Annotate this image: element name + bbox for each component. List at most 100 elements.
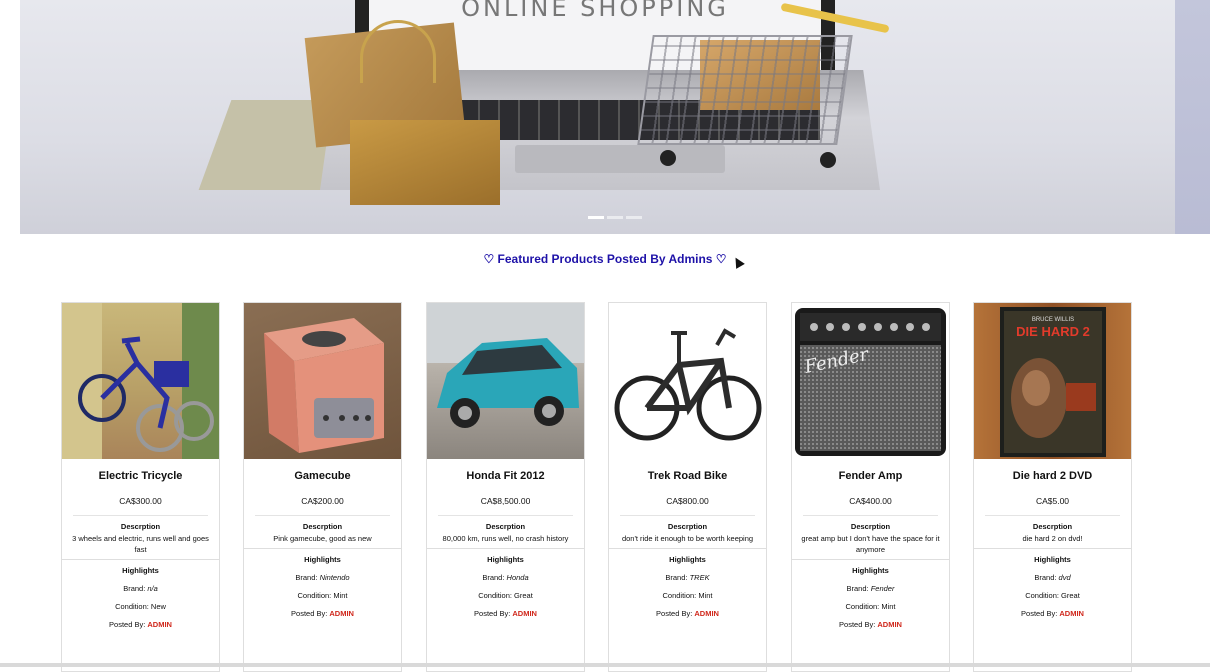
product-title[interactable]: Honda Fit 2012 (435, 470, 576, 482)
posted-by-value[interactable]: ADMIN (329, 609, 354, 618)
highlights-label: Highlights (122, 566, 159, 575)
condition-label: Condition: (478, 591, 515, 600)
posted-by-label: Posted By: (474, 609, 513, 618)
product-description: don't ride it enough to be worth keeping (621, 534, 754, 543)
brand-label: Brand: (1034, 573, 1059, 582)
product-title[interactable]: Trek Road Bike (617, 470, 758, 482)
tricycle-image (62, 303, 219, 459)
posted-by-label: Posted By: (109, 620, 148, 629)
gamecube-image (264, 318, 384, 453)
product-card[interactable]: Fender Fender Amp CA$400.00 Descrption g… (791, 302, 950, 672)
brand-value: dvd (1058, 573, 1071, 582)
posted-by-label: Posted By: (839, 620, 878, 629)
divider (255, 515, 390, 516)
carousel-indicator-1[interactable] (588, 216, 604, 219)
product-price: CA$300.00 (119, 496, 162, 506)
product-card[interactable]: Gamecube CA$200.00 Descrption Pink gamec… (243, 302, 402, 672)
condition-value: Great (1061, 591, 1080, 600)
condition-value: Great (514, 591, 533, 600)
product-card[interactable]: Trek Road Bike CA$800.00 Descrption don'… (608, 302, 767, 672)
brand-row: Brand: Honda (427, 573, 584, 582)
hero-carousel[interactable]: ONLINE SHOPPING (0, 0, 1210, 234)
trackpad-art (515, 145, 725, 173)
brand-label: Brand: (665, 573, 690, 582)
brand-label: Brand: (846, 584, 871, 593)
product-card[interactable]: BRUCE WILLIS DIE HARD 2 Die hard 2 DVD C… (973, 302, 1132, 672)
product-price: CA$400.00 (849, 496, 892, 506)
highlights-section: Highlights Brand: Honda Condition: Great… (427, 548, 584, 618)
posted-by-value[interactable]: ADMIN (694, 609, 719, 618)
condition-value: Mint (881, 602, 896, 611)
description-label: Descrption (302, 522, 343, 531)
posted-by-value[interactable]: ADMIN (147, 620, 172, 629)
condition-label: Condition: (115, 602, 151, 611)
cart-wheel-art (660, 150, 676, 166)
condition-value: Mint (333, 591, 348, 600)
brand-row: Brand: n/a (62, 584, 219, 593)
posted-by-row: Posted By: ADMIN (244, 609, 401, 618)
product-image[interactable] (244, 303, 401, 459)
product-price: CA$200.00 (301, 496, 344, 506)
divider (803, 515, 938, 516)
product-title[interactable]: Electric Tricycle (70, 470, 211, 482)
divider (438, 515, 573, 516)
product-title[interactable]: Fender Amp (800, 470, 941, 482)
posted-by-value[interactable]: ADMIN (512, 609, 537, 618)
trek-bike-image (614, 328, 762, 441)
dvd-title-text: DIE HARD 2 (1016, 324, 1090, 339)
condition-row: Condition: Mint (609, 591, 766, 600)
product-image[interactable] (609, 303, 766, 459)
hero-left-edge (0, 0, 20, 234)
product-description: 3 wheels and electric, runs well and goe… (72, 534, 209, 554)
product-price: CA$8,500.00 (480, 496, 531, 506)
product-description: great amp but I don't have the space for… (801, 534, 940, 554)
featured-products-heading: ♡ Featured Products Posted By Admins ♡ (483, 252, 727, 266)
divider (73, 515, 208, 516)
condition-row: Condition: Great (974, 591, 1131, 600)
condition-label: Condition: (1025, 591, 1062, 600)
posted-by-label: Posted By: (291, 609, 330, 618)
next-slide-peek[interactable] (1175, 0, 1210, 234)
product-price: CA$800.00 (666, 496, 709, 506)
cart-wheel-art (820, 152, 836, 168)
carousel-indicator-2[interactable] (607, 216, 623, 219)
product-image[interactable] (62, 303, 219, 459)
condition-row: Condition: Mint (244, 591, 401, 600)
description-label: Descrption (1032, 522, 1073, 531)
product-title[interactable]: Die hard 2 DVD (982, 470, 1123, 482)
posted-by-value[interactable]: ADMIN (1059, 609, 1084, 618)
product-card[interactable]: Honda Fit 2012 CA$8,500.00 Descrption 80… (426, 302, 585, 672)
condition-label: Condition: (845, 602, 882, 611)
posted-by-row: Posted By: ADMIN (974, 609, 1131, 618)
condition-value: New (150, 602, 166, 611)
die-hard-dvd-image: BRUCE WILLIS DIE HARD 2 (1000, 307, 1106, 457)
condition-row: Condition: New (62, 602, 219, 611)
posted-by-row: Posted By: ADMIN (609, 609, 766, 618)
carousel-indicator-3[interactable] (626, 216, 642, 219)
condition-label: Condition: (297, 591, 334, 600)
brand-value: TREK (689, 573, 710, 582)
horizontal-scrollbar[interactable] (0, 663, 1210, 667)
highlights-section: Highlights Brand: Nintendo Condition: Mi… (244, 548, 401, 618)
posted-by-label: Posted By: (656, 609, 695, 618)
highlights-section: Highlights Brand: dvd Condition: Great P… (974, 548, 1131, 618)
product-image[interactable]: BRUCE WILLIS DIE HARD 2 (974, 303, 1131, 459)
posted-by-row: Posted By: ADMIN (62, 620, 219, 629)
condition-value: Mint (698, 591, 713, 600)
posted-by-value[interactable]: ADMIN (877, 620, 902, 629)
highlights-section: Highlights Brand: n/a Condition: New Pos… (62, 559, 219, 629)
product-image[interactable] (427, 303, 584, 459)
condition-row: Condition: Great (427, 591, 584, 600)
product-title[interactable]: Gamecube (252, 470, 393, 482)
brand-value: n/a (147, 584, 158, 593)
product-card[interactable]: Electric Tricycle CA$300.00 Descrption 3… (61, 302, 220, 672)
carousel-indicators (588, 216, 642, 219)
product-image[interactable]: Fender (792, 303, 949, 459)
brand-row: Brand: dvd (974, 573, 1131, 582)
condition-label: Condition: (662, 591, 699, 600)
brand-label: Brand: (482, 573, 507, 582)
brand-row: Brand: Fender (792, 584, 949, 593)
product-price: CA$5.00 (1035, 496, 1070, 506)
honda-fit-image (427, 303, 584, 428)
dvd-actor-text: BRUCE WILLIS (1032, 317, 1074, 323)
